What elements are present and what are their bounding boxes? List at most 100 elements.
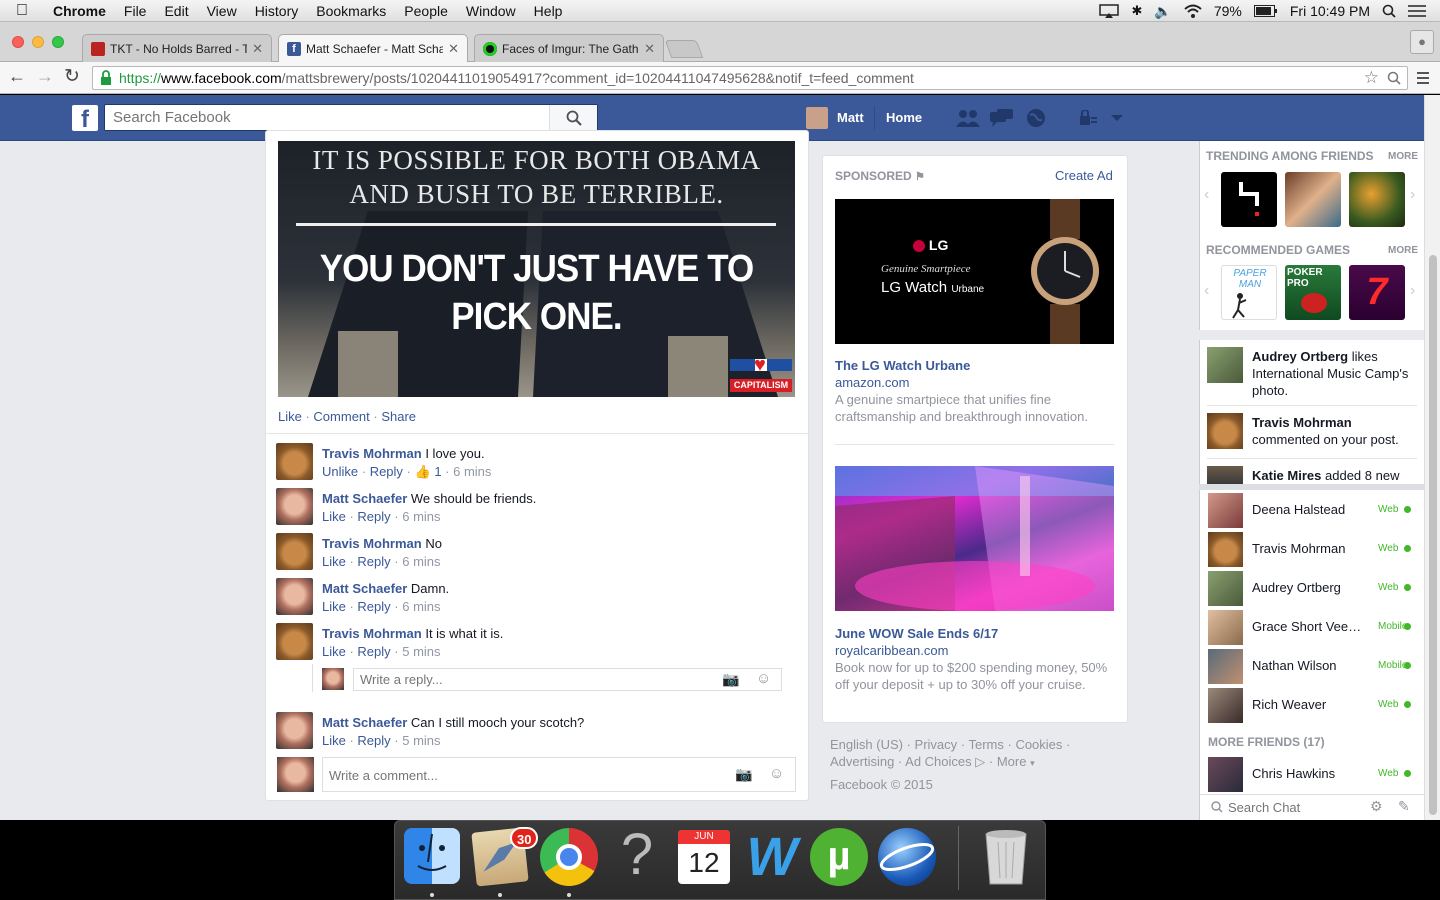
search-input[interactable] xyxy=(105,105,549,130)
like-link[interactable]: Like xyxy=(278,409,302,424)
camera-icon[interactable]: 📷 xyxy=(735,766,752,783)
battery-icon[interactable] xyxy=(1253,5,1278,17)
volume-icon[interactable]: 🔈 xyxy=(1154,3,1171,20)
commenter-name[interactable]: Travis Mohrman xyxy=(322,446,422,461)
minimize-window-button[interactable] xyxy=(32,36,44,48)
chat-contact[interactable]: Chris Hawkins Web xyxy=(1200,755,1424,794)
home-link[interactable]: Home xyxy=(886,110,922,125)
commenter-avatar[interactable] xyxy=(276,443,313,480)
gear-icon[interactable]: ⚙ xyxy=(1370,798,1383,815)
menu-app-name[interactable]: Chrome xyxy=(44,3,115,19)
commenter-avatar[interactable] xyxy=(276,623,313,660)
close-tab-icon[interactable]: ✕ xyxy=(448,41,459,57)
footer-link-advertising[interactable]: Advertising xyxy=(830,754,894,769)
back-arrow-icon[interactable]: ← xyxy=(8,66,26,87)
ticker-item[interactable]: Audrey Ortberg likes International Music… xyxy=(1252,348,1420,399)
unlike-link[interactable]: Unlike xyxy=(322,464,358,479)
chat-contact[interactable]: Travis Mohrman Web xyxy=(1200,530,1424,569)
ticker-resize-handle[interactable] xyxy=(1199,484,1424,490)
search-box[interactable] xyxy=(104,104,598,131)
zoom-window-button[interactable] xyxy=(52,36,64,48)
reply-link[interactable]: Reply xyxy=(370,464,403,479)
menubar-clock[interactable]: Fri 10:49 PM xyxy=(1290,3,1370,19)
emoji-icon[interactable]: ☺ xyxy=(756,670,771,687)
search-button[interactable] xyxy=(549,105,597,130)
chat-contact[interactable]: Nathan Wilson Mobile xyxy=(1200,647,1424,686)
profile-icon[interactable]: ● xyxy=(1410,30,1434,54)
notifications-globe-icon[interactable] xyxy=(1026,108,1046,128)
game-tile-pokerpro[interactable]: POKER PRO xyxy=(1285,265,1341,320)
recommended-more-link[interactable]: MORE xyxy=(1388,245,1418,256)
page-scrollbar[interactable] xyxy=(1424,95,1440,820)
menu-people[interactable]: People xyxy=(395,3,457,19)
like-link[interactable]: Like xyxy=(322,644,346,659)
account-menu-chevron-icon[interactable] xyxy=(1110,114,1124,122)
footer-link-cookies[interactable]: Cookies xyxy=(1015,737,1062,752)
like-link[interactable]: Like xyxy=(322,509,346,524)
commenter-name[interactable]: Matt Schaefer xyxy=(322,715,407,730)
close-window-button[interactable] xyxy=(12,36,24,48)
emoji-icon[interactable]: ☺ xyxy=(769,765,784,782)
close-tab-icon[interactable]: ✕ xyxy=(644,41,655,57)
user-avatar[interactable] xyxy=(806,107,828,129)
ticker-item[interactable]: Katie Mires added 8 new xyxy=(1252,468,1420,484)
ticker-avatar[interactable] xyxy=(1207,466,1243,484)
footer-link-more[interactable]: More xyxy=(997,754,1027,769)
bookmark-star-icon[interactable]: ☆ xyxy=(1364,68,1379,88)
reply-box[interactable]: 📷 ☺ xyxy=(353,668,782,691)
privacy-lock-icon[interactable] xyxy=(1078,110,1098,126)
menu-bookmarks[interactable]: Bookmarks xyxy=(307,3,395,19)
ticker-avatar[interactable] xyxy=(1207,347,1243,383)
chrome-icon[interactable] xyxy=(540,828,598,886)
comment-time[interactable]: 6 mins xyxy=(453,464,491,479)
tab-facebook[interactable]: f Matt Schaefer - Matt Scha ✕ xyxy=(278,34,468,62)
game-tile-paperman[interactable]: PAPER MAN xyxy=(1221,265,1277,320)
post-image[interactable]: IT IS POSSIBLE FOR BOTH OBAMA AND BUSH T… xyxy=(278,141,795,397)
menu-window[interactable]: Window xyxy=(457,3,525,19)
trash-icon[interactable] xyxy=(982,828,1030,886)
reply-input[interactable] xyxy=(360,671,700,688)
footer-link-adchoices[interactable]: Ad Choices xyxy=(905,754,971,769)
commenter-name[interactable]: Travis Mohrman xyxy=(322,626,422,641)
comment-input[interactable] xyxy=(329,766,719,784)
airplay-icon[interactable] xyxy=(1099,4,1120,18)
chat-contact[interactable]: Audrey Ortberg Web xyxy=(1200,569,1424,608)
comment-time[interactable]: 5 mins xyxy=(402,733,440,748)
ad-title[interactable]: The LG Watch Urbane xyxy=(835,358,970,373)
menu-help[interactable]: Help xyxy=(525,3,572,19)
unknown-app-question-icon[interactable]: ? xyxy=(612,826,662,884)
ad-image-lg-watch[interactable]: LG Genuine Smartpiece LG Watch Urbane xyxy=(835,199,1114,344)
new-tab-button[interactable] xyxy=(664,40,704,58)
commenter-avatar[interactable] xyxy=(276,578,313,615)
menu-file[interactable]: File xyxy=(115,3,156,19)
thumbs-up-icon[interactable]: 👍 xyxy=(415,464,431,479)
scrollbar-thumb[interactable] xyxy=(1429,255,1437,815)
ad-title[interactable]: June WOW Sale Ends 6/17 xyxy=(835,626,998,641)
reload-icon[interactable]: ↻ xyxy=(64,65,80,88)
reply-link[interactable]: Reply xyxy=(357,509,390,524)
footer-link-language[interactable]: English (US) xyxy=(830,737,903,752)
commenter-name[interactable]: Matt Schaefer xyxy=(322,491,407,506)
like-link[interactable]: Like xyxy=(322,599,346,614)
ad-domain[interactable]: amazon.com xyxy=(835,375,909,390)
friend-requests-icon[interactable] xyxy=(955,108,981,128)
menu-history[interactable]: History xyxy=(246,3,308,19)
chevron-left-icon[interactable]: ‹ xyxy=(1204,186,1209,204)
comment-time[interactable]: 6 mins xyxy=(402,554,440,569)
address-bar[interactable]: https://www.facebook.com/mattsbrewery/po… xyxy=(92,66,1408,90)
utorrent-icon[interactable]: µ xyxy=(810,828,868,886)
comment-time[interactable]: 5 mins xyxy=(402,644,440,659)
reply-link[interactable]: Reply xyxy=(357,644,390,659)
chevron-left-icon[interactable]: ‹ xyxy=(1204,282,1209,300)
compose-icon[interactable]: ✎ xyxy=(1398,798,1410,815)
like-link[interactable]: Like xyxy=(322,554,346,569)
writer-w-icon[interactable]: W xyxy=(744,830,800,884)
reply-link[interactable]: Reply xyxy=(357,554,390,569)
chat-search-input[interactable] xyxy=(1228,798,1358,816)
comment-composer[interactable]: 📷 ☺ xyxy=(322,757,796,792)
calendar-icon[interactable]: JUN 12 xyxy=(678,830,730,884)
footer-link-privacy[interactable]: Privacy xyxy=(915,737,958,752)
menu-edit[interactable]: Edit xyxy=(155,3,197,19)
close-tab-icon[interactable]: ✕ xyxy=(252,41,263,57)
game-tile-2[interactable] xyxy=(1285,172,1341,227)
